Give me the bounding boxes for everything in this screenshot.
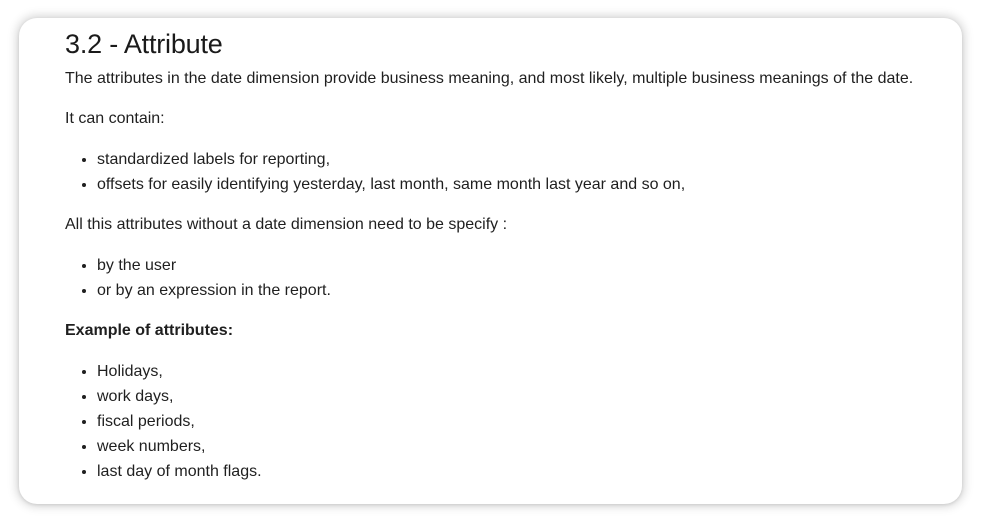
contain-list: standardized labels for reporting, offse… [65,147,962,197]
section-heading: 3.2 - Attribute [65,29,223,59]
list-item: or by an expression in the report. [97,278,962,303]
list-item: week numbers, [97,434,962,459]
list-item: last day of month flags. [97,459,962,484]
contain-label: It can contain: [65,110,165,127]
list-item: fiscal periods, [97,409,962,434]
list-item: by the user [97,253,962,278]
intro-paragraph: The attributes in the date dimension pro… [65,70,914,87]
specify-paragraph: All this attributes without a date dimen… [65,216,508,233]
example-label-paragraph: Example of attributes: [65,319,962,343]
example-list: Holidays, work days, fiscal periods, wee… [65,359,962,484]
list-item: work days, [97,384,962,409]
list-item: offsets for easily identifying yesterday… [97,172,962,197]
content-card: 3.2 - Attribute The attributes in the da… [19,18,962,504]
list-item: standardized labels for reporting, [97,147,962,172]
list-item: Holidays, [97,359,962,384]
specify-list: by the user or by an expression in the r… [65,253,962,303]
example-label: Example of attributes: [65,322,234,339]
